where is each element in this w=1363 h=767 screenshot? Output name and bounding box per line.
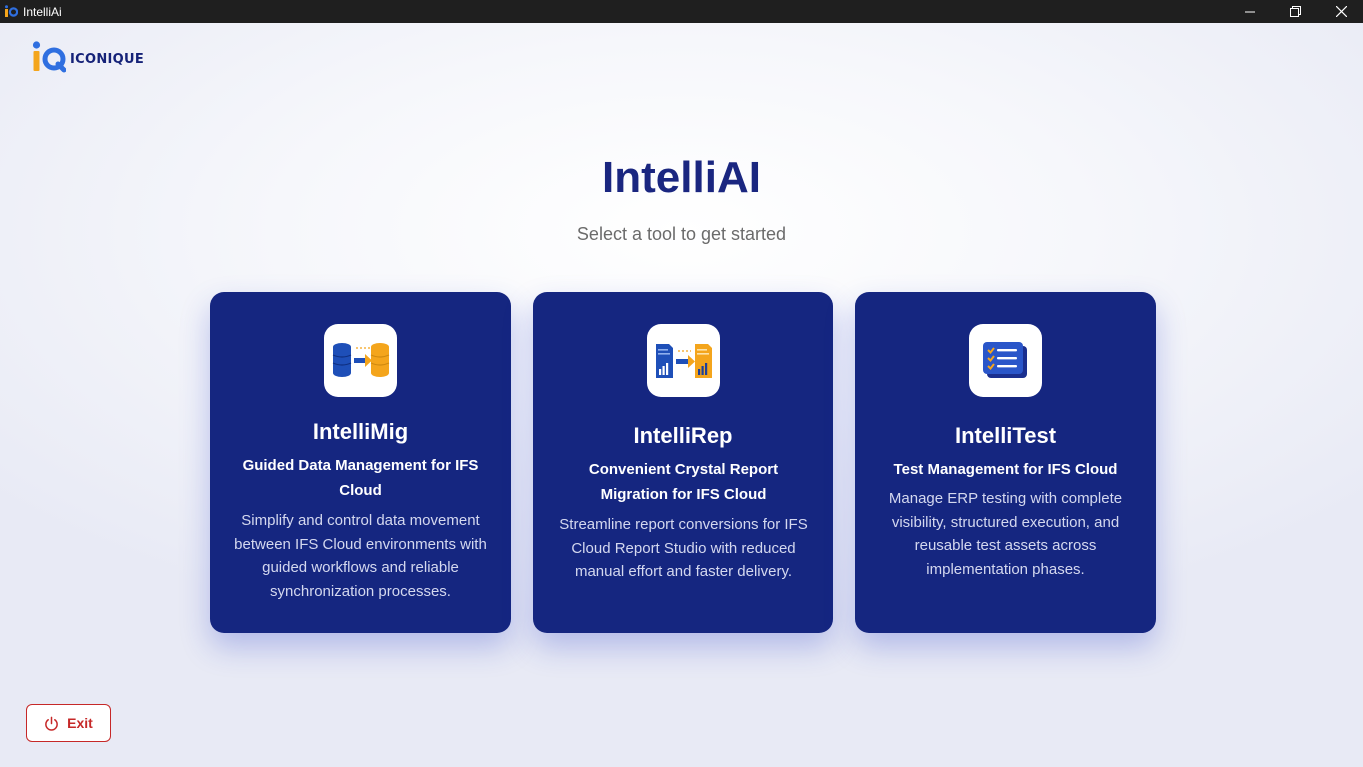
card-icon-box bbox=[647, 324, 720, 397]
card-icon-box bbox=[969, 324, 1042, 397]
window-titlebar: IntelliAi bbox=[0, 0, 1363, 23]
card-description: Streamline report conversions for IFS Cl… bbox=[559, 516, 808, 580]
intellimig-card[interactable]: IntelliMig Guided Data Management for IF… bbox=[210, 292, 511, 633]
checklist-icon bbox=[982, 341, 1027, 378]
card-subtitle: Convenient Crystal Report Migration for … bbox=[588, 461, 779, 503]
intellirep-card[interactable]: IntelliRep Convenient Crystal Report Mig… bbox=[533, 292, 833, 633]
card-title: IntelliMig bbox=[312, 419, 409, 444]
logo-text: ICONIQUE bbox=[70, 51, 145, 67]
restore-icon bbox=[1289, 6, 1301, 17]
card-icon-box bbox=[324, 324, 397, 397]
card-title: IntelliTest bbox=[954, 423, 1057, 448]
exit-button[interactable]: Exit bbox=[26, 704, 111, 742]
window-title: IntelliAi bbox=[23, 5, 62, 19]
close-button[interactable] bbox=[1318, 0, 1363, 23]
page-title: IntelliAI bbox=[602, 153, 761, 202]
card-subtitle: Test Management for IFS Cloud bbox=[893, 461, 1118, 478]
card-subtitle: Guided Data Management for IFS Cloud bbox=[242, 457, 479, 499]
intellitest-card[interactable]: IntelliTest Test Management for IFS Clou… bbox=[855, 292, 1156, 633]
minimize-icon bbox=[1245, 11, 1255, 12]
power-icon bbox=[45, 716, 59, 731]
iq-logo-icon bbox=[32, 41, 66, 73]
iconique-logo: ICONIQUE bbox=[32, 41, 144, 73]
page-subtitle: Select a tool to get started bbox=[576, 224, 787, 244]
app-logo-icon bbox=[5, 5, 18, 17]
report-migration-icon bbox=[655, 343, 712, 378]
card-title: IntelliRep bbox=[633, 423, 733, 448]
restore-button[interactable] bbox=[1272, 0, 1318, 23]
database-migration-icon bbox=[332, 342, 389, 377]
card-description: Manage ERP testing with complete visibil… bbox=[888, 490, 1123, 578]
close-icon bbox=[1335, 6, 1347, 17]
card-description: Simplify and control data movement betwe… bbox=[234, 512, 487, 600]
exit-label: Exit bbox=[67, 715, 93, 731]
minimize-button[interactable] bbox=[1227, 0, 1273, 23]
